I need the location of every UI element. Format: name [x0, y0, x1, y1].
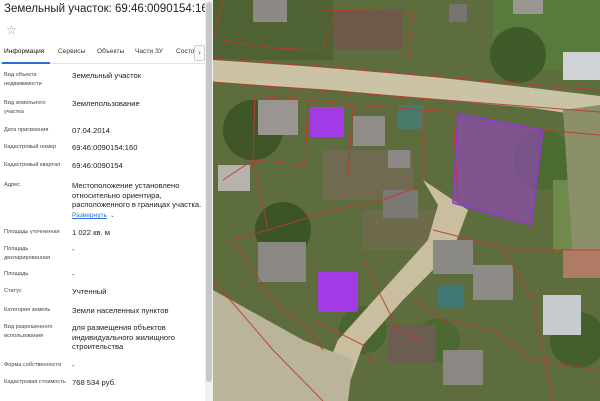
- row-label: Вид разрешенного использования: [4, 324, 53, 339]
- row-value: -: [72, 361, 75, 370]
- chevron-down-icon[interactable]: ⌄: [110, 213, 115, 219]
- row-value: 768 534 руб.: [72, 378, 117, 387]
- scrollbar-thumb[interactable]: [206, 2, 212, 382]
- chevron-right-icon[interactable]: ›: [194, 45, 205, 61]
- highlighted-building-south[interactable]: [318, 272, 358, 312]
- row-value: Местоположение установлено относительно …: [72, 181, 202, 210]
- row-label: Форма собственности: [4, 362, 62, 368]
- panel-scrollbar[interactable]: [205, 0, 213, 401]
- row-value: -: [72, 270, 75, 279]
- star-outline-icon[interactable]: ☆: [6, 23, 17, 37]
- tab-land-parts[interactable]: Части ЗУ: [135, 48, 163, 55]
- row-value: -: [72, 245, 75, 254]
- row-value: 1 022 кв. м: [72, 228, 110, 237]
- row-label: Вид земельного участка: [4, 100, 46, 115]
- tab-objects[interactable]: Объекты: [97, 48, 124, 55]
- row-label: Кадастровый квартал: [4, 162, 61, 168]
- tab-status[interactable]: Состо: [176, 48, 194, 55]
- row-label: Кадастровый номер: [4, 144, 57, 150]
- tab-services[interactable]: Сервисы: [58, 48, 85, 55]
- row-label: Кадастровая стоимость: [4, 379, 66, 385]
- row-label: Вид объекта недвижимости: [4, 72, 42, 87]
- row-value: для размещения объектов индивидуального …: [72, 323, 175, 352]
- row-value: Учтенный: [72, 287, 107, 296]
- active-tab-indicator: [2, 62, 50, 64]
- row-value: 07.04.2014: [72, 126, 111, 135]
- highlighted-building-north[interactable]: [310, 107, 344, 137]
- info-panel: Земельный участок: 69:46:0090154:160 ☆ И…: [0, 0, 213, 401]
- row-value: 69:46:0090154:160: [72, 143, 138, 152]
- row-label: Площадь: [4, 271, 29, 277]
- row-label: Площадь уточненная: [4, 229, 60, 235]
- row-value: Земельный участок: [72, 71, 142, 80]
- page-title: Земельный участок: 69:46:0090154:160: [4, 3, 213, 15]
- expand-link-wrap: Развернуть ⌄: [72, 210, 206, 222]
- row-label: Дата присвоения: [4, 127, 49, 133]
- row-label: Категория земель: [4, 307, 51, 313]
- row-label: Площадь декларированная: [4, 246, 51, 261]
- row-value: Земли населенных пунктов: [72, 306, 169, 315]
- map-canvas[interactable]: [213, 0, 600, 401]
- tab-information[interactable]: Информация: [4, 48, 44, 55]
- tab-bar: Информация Сервисы Объекты Части ЗУ Сост…: [0, 44, 205, 64]
- row-label: Статус: [4, 288, 22, 294]
- expand-link[interactable]: Развернуть: [72, 212, 107, 219]
- row-label: Адрес: [4, 182, 21, 188]
- row-value: 69:46:0090154: [72, 161, 123, 170]
- satellite-map[interactable]: [213, 0, 600, 401]
- row-value: Землепользование: [72, 99, 140, 108]
